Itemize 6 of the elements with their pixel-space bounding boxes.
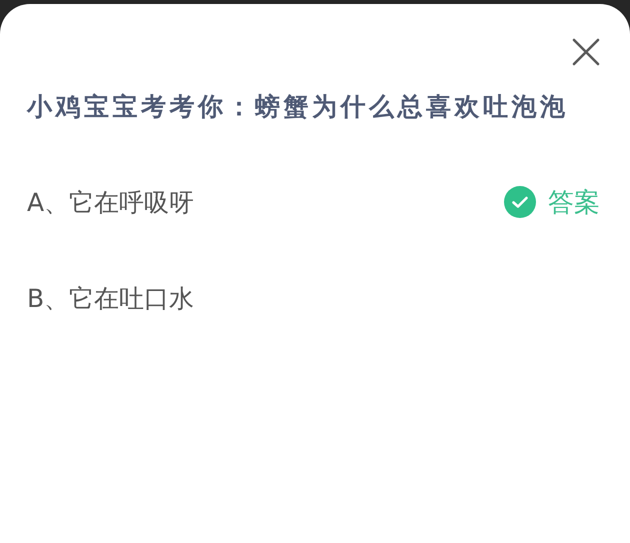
check-circle-icon [504, 186, 536, 218]
answer-label: 答案 [548, 186, 600, 220]
option-text[interactable]: B、它在吐口水 [27, 282, 194, 314]
question-title: 小鸡宝宝考考你：螃蟹为什么总喜欢吐泡泡 [27, 91, 570, 123]
close-icon[interactable] [572, 38, 600, 66]
option-text[interactable]: A、它在呼吸呀 [27, 186, 194, 218]
